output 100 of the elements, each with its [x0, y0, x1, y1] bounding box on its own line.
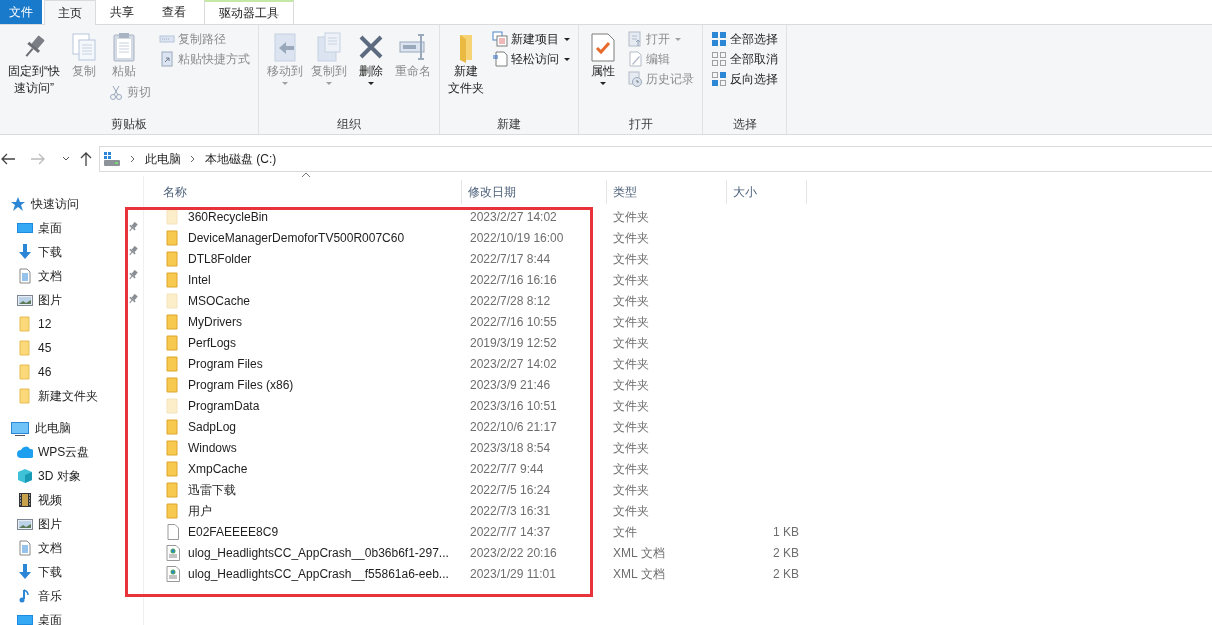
file-name[interactable]: DTL8Folder [188, 249, 252, 268]
modified-date: 2022/7/16 16:16 [470, 272, 557, 287]
file-name[interactable]: XmpCache [188, 459, 248, 478]
file-type: 文件夹 [613, 398, 649, 413]
sidebar-item[interactable]: 3D 对象 [38, 467, 81, 485]
ribbon-button[interactable]: 固定到“快 速访问” [6, 29, 62, 99]
download-icon [17, 564, 33, 580]
column-header[interactable]: 修改日期 [462, 180, 607, 204]
modified-date: 2023/1/29 11:01 [470, 566, 556, 581]
column-header[interactable]: 名称 [150, 180, 462, 204]
file-name[interactable]: 360RecycleBin [188, 207, 269, 226]
file-name[interactable]: DeviceManagerDemoforTV500R007C60 [188, 228, 405, 247]
ribbon-tab[interactable]: 主页 [44, 0, 96, 25]
file-type: 文件夹 [613, 272, 649, 287]
folder-icon [165, 397, 181, 414]
folder-icon [165, 355, 181, 372]
file-name[interactable]: Program Files (x86) [188, 375, 294, 394]
folder-icon [17, 364, 33, 380]
ribbon-button[interactable]: 属性 [585, 29, 621, 87]
file-type: 文件夹 [613, 251, 649, 266]
sidebar-item[interactable]: WPS云盘 [38, 443, 90, 461]
ribbon-tab[interactable]: 驱动器工具 [204, 0, 294, 24]
column-header[interactable]: 大小 [727, 180, 807, 204]
sidebar-item[interactable]: 文档 [38, 267, 62, 285]
file-name[interactable]: SadpLog [188, 417, 237, 436]
folder-icon [165, 418, 181, 435]
file-type: 文件夹 [613, 209, 649, 224]
file-type: 文件夹 [613, 440, 649, 455]
file-name[interactable]: 用户 [188, 501, 212, 520]
sidebar-item[interactable]: 音乐 [38, 587, 62, 605]
file-name[interactable]: MSOCache [188, 291, 251, 310]
sidebar-item[interactable]: 新建文件夹 [38, 387, 98, 405]
sidebar-item[interactable]: 下载 [38, 243, 62, 261]
open-icon [627, 31, 643, 47]
modified-date: 2023/2/27 14:02 [470, 209, 557, 224]
folder-icon [165, 250, 181, 267]
modified-date: 2022/7/3 16:31 [470, 503, 551, 518]
ribbon-button[interactable]: 全部取消 [709, 49, 780, 69]
shortcut-icon [159, 51, 175, 67]
folder-icon [165, 292, 181, 309]
ribbon-button[interactable]: 反向选择 [709, 69, 780, 89]
folder-icon [165, 208, 181, 225]
ribbon-button[interactable]: 新建项目 [490, 29, 572, 49]
group-label: 组织 [336, 117, 362, 131]
sidebar-item[interactable]: 12 [38, 315, 52, 333]
file-name[interactable]: Windows [188, 438, 237, 457]
ribbon-button[interactable]: 全部选择 [709, 29, 780, 49]
file-type: 文件 [613, 524, 637, 539]
file-name[interactable]: Intel [188, 270, 211, 289]
sidebar-item[interactable]: 桌面 [38, 219, 62, 237]
cube-icon [17, 468, 33, 484]
sidebar-item[interactable]: 图片 [38, 291, 62, 309]
ribbon-button[interactable]: 新建 文件夹 [446, 29, 486, 99]
breadcrumb[interactable]: 此电脑 [145, 150, 181, 168]
file-size: 2 KB [773, 566, 799, 581]
pencil-page-icon [627, 51, 643, 67]
file-name[interactable]: ulog_HeadlightsCC_AppCrash__0b36b6f1-297... [188, 543, 449, 562]
ribbon-tab[interactable]: 查看 [148, 0, 200, 24]
sidebar-item[interactable]: 此电脑 [35, 419, 71, 437]
ribbon-tab[interactable]: 共享 [96, 0, 148, 24]
group-label: 剪贴板 [110, 117, 148, 131]
file-icon [165, 523, 181, 540]
ribbon-button[interactable]: 轻松访问 [490, 49, 572, 69]
file-name[interactable]: ulog_HeadlightsCC_AppCrash__f55861a6-eeb... [188, 564, 449, 583]
grid-icon [711, 71, 727, 87]
address-bar[interactable]: 此电脑 本地磁盘 (C:) [99, 146, 1212, 172]
file-type: 文件夹 [613, 461, 649, 476]
pictures-icon [17, 292, 33, 308]
sidebar-item[interactable]: 45 [38, 339, 52, 357]
sidebar-item[interactable]: 桌面 [38, 611, 62, 625]
sidebar-item[interactable]: 视频 [38, 491, 62, 509]
modified-date: 2022/7/16 10:55 [470, 314, 557, 329]
sidebar-item[interactable]: 下载 [38, 563, 62, 581]
folder-icon [165, 439, 181, 456]
file-name[interactable]: PerfLogs [188, 333, 237, 352]
sidebar-item[interactable]: 图片 [38, 515, 62, 533]
sidebar-item[interactable]: 文档 [38, 539, 62, 557]
folder-icon [165, 271, 181, 288]
sidebar-item[interactable]: 46 [38, 363, 52, 381]
breadcrumb[interactable]: 本地磁盘 (C:) [205, 150, 277, 168]
ribbon-tab[interactable]: 文件 [0, 0, 42, 24]
file-type: 文件夹 [613, 335, 649, 350]
sidebar-item[interactable]: 快速访问 [31, 195, 79, 213]
file-name[interactable]: E02FAEEEE8C9 [188, 522, 279, 541]
chevron-right-icon [189, 154, 197, 164]
column-header[interactable]: 类型 [607, 180, 727, 204]
up-icon[interactable] [78, 151, 94, 167]
modified-date: 2023/3/18 8:54 [470, 440, 551, 455]
grid-icon [711, 31, 727, 47]
file-type: XML 文档 [613, 545, 665, 560]
file-type: XML 文档 [613, 566, 665, 581]
ribbon-button[interactable]: 删除 [353, 29, 389, 87]
file-name[interactable]: Program Files [188, 354, 263, 373]
group-label: 新建 [496, 117, 522, 131]
star-icon [10, 196, 26, 212]
folder-icon [165, 502, 181, 519]
file-name[interactable]: ProgramData [188, 396, 260, 415]
file-type: 文件夹 [613, 419, 649, 434]
file-name[interactable]: MyDrivers [188, 312, 242, 331]
file-name[interactable]: 迅雷下载 [188, 480, 236, 499]
